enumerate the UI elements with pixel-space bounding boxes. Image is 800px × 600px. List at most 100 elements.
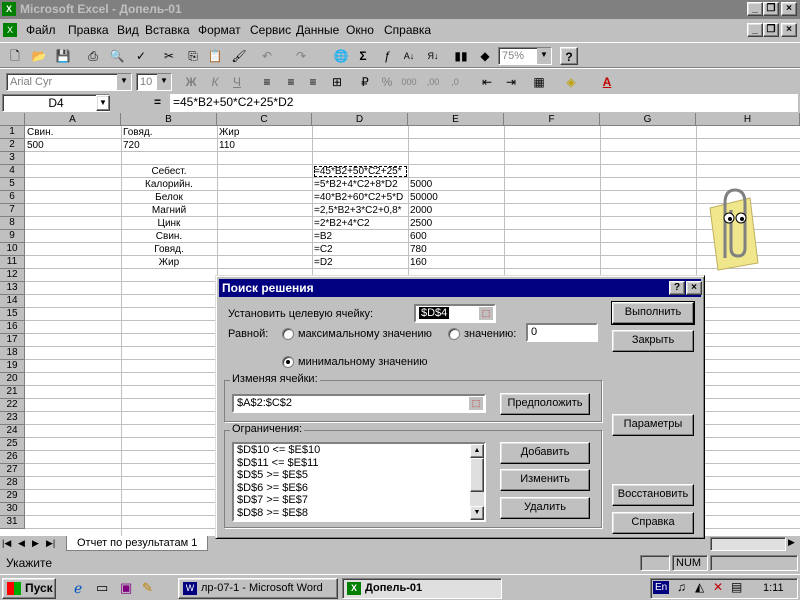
row-header[interactable]: 29 [0, 490, 25, 503]
constraint-item[interactable]: $D$7 >= $E$7 [234, 494, 484, 507]
add-button[interactable]: Добавить [500, 442, 590, 464]
menu-help[interactable]: Справка [384, 23, 431, 37]
row-header[interactable]: 30 [0, 503, 25, 516]
limit-cell[interactable]: 5000 [410, 178, 504, 191]
guess-button[interactable]: Предположить [500, 393, 590, 415]
window-title-bar[interactable]: X Microsoft Excel - Допель-01 _ ❐ × [0, 0, 800, 19]
cell-a1[interactable]: Свин. [27, 126, 53, 139]
limit-cell[interactable]: 160 [410, 256, 504, 269]
radio-max[interactable] [282, 328, 294, 340]
scroll-up-icon[interactable]: ▲ [470, 444, 484, 458]
chart-wizard-icon[interactable]: ▮▮ [452, 47, 470, 65]
row-header[interactable]: 13 [0, 282, 25, 295]
limit-cell[interactable]: 2000 [410, 204, 504, 217]
decrease-decimal-button[interactable]: ,0 [446, 73, 464, 91]
row-header[interactable]: 1 [0, 126, 25, 139]
radio-value-label[interactable]: значению: [464, 328, 516, 340]
formula-cell[interactable]: =5*B2+4*C2+8*D2 [313, 178, 408, 191]
target-cell-input[interactable]: $D$4 ⬚ [414, 304, 496, 323]
row-header[interactable]: 5 [0, 178, 25, 191]
close-dialog-button[interactable]: Закрыть [612, 330, 694, 352]
tray-icon-4[interactable]: ▤ [731, 580, 742, 594]
label-cell[interactable]: Белок [121, 191, 217, 204]
row-header[interactable]: 28 [0, 477, 25, 490]
radio-value[interactable] [448, 328, 460, 340]
menu-format[interactable]: Формат [198, 23, 241, 37]
row-header[interactable]: 14 [0, 295, 25, 308]
reset-all-button[interactable]: Восстановить [612, 484, 694, 506]
formula-cell[interactable]: =C2 [313, 243, 408, 256]
close-button[interactable]: × [781, 2, 797, 16]
row-header[interactable]: 7 [0, 204, 25, 217]
workbook-icon[interactable]: X [3, 23, 17, 37]
font-select[interactable]: Arial Cyr ▼ [6, 73, 132, 91]
doc-close-button[interactable]: × [781, 23, 797, 37]
sort-asc-icon[interactable]: A↓ [400, 47, 418, 65]
constraint-item[interactable]: $D$5 >= $E$5 [234, 469, 484, 482]
fill-color-icon[interactable]: ◈ [562, 73, 580, 91]
copy-icon[interactable]: ⎘ [184, 47, 202, 65]
row-header[interactable]: 25 [0, 438, 25, 451]
options-button[interactable]: Параметры [612, 414, 694, 436]
thousands-button[interactable]: 000 [400, 73, 418, 91]
row-header[interactable]: 11 [0, 256, 25, 269]
cell-b1[interactable]: Говяд. [123, 126, 153, 139]
change-button[interactable]: Изменить [500, 469, 590, 491]
tab-prev-icon[interactable]: ◀ [18, 538, 25, 549]
map-icon[interactable]: ◆ [476, 47, 494, 65]
label-cell[interactable]: Свин. [121, 230, 217, 243]
select-all-corner[interactable] [0, 113, 25, 126]
row-header[interactable]: 3 [0, 152, 25, 165]
limit-cell[interactable] [410, 165, 504, 178]
constraints-list[interactable]: $D$10 <= $E$10 $D$11 <= $E$11 $D$5 >= $E$5… [232, 442, 486, 522]
formula-cell[interactable]: =2*B2+4*C2 [313, 217, 408, 230]
label-cell[interactable]: Себест. [121, 165, 217, 178]
save-quick-icon[interactable]: ▣ [120, 580, 132, 596]
align-left-icon[interactable]: ≡ [258, 73, 276, 91]
dialog-help-icon[interactable]: ? [669, 281, 685, 295]
menu-tools[interactable]: Сервис [250, 23, 291, 37]
formula-cell[interactable]: =2,5*B2+3*C2+0,8* [313, 204, 408, 217]
desktop-icon[interactable]: ▭ [96, 580, 108, 596]
font-size-select[interactable]: 10 ▼ [136, 73, 172, 91]
value-of-input[interactable]: 0 [526, 323, 598, 342]
limit-cell[interactable]: 600 [410, 230, 504, 243]
menu-insert[interactable]: Вставка [145, 23, 190, 37]
tool-quick-icon[interactable]: ✎ [142, 580, 153, 596]
menu-window[interactable]: Окно [346, 23, 374, 37]
paste-icon[interactable]: 📋 [206, 47, 224, 65]
decrease-indent-icon[interactable]: ⇤ [478, 73, 496, 91]
horizontal-scrollbar[interactable] [710, 537, 786, 551]
undo-icon[interactable]: ↶ [258, 47, 276, 65]
constraint-item[interactable]: $D$8 >= $E$8 [234, 507, 484, 520]
column-header-b[interactable]: B [121, 113, 217, 126]
increase-decimal-button[interactable]: ,00 [424, 73, 442, 91]
scroll-down-icon[interactable]: ▼ [470, 506, 484, 520]
changing-cells-input[interactable]: $A$2:$C$2 ⬚ [232, 394, 486, 413]
doc-restore-button[interactable]: ❐ [763, 23, 779, 37]
underline-button[interactable]: Ч [228, 73, 246, 91]
office-assistant-icon[interactable] [700, 178, 760, 273]
align-center-icon[interactable]: ≡ [282, 73, 300, 91]
tray-icon-3[interactable]: ✕ [713, 580, 723, 594]
radio-min-label[interactable]: минимальному значению [298, 356, 428, 368]
redo-icon[interactable]: ↷ [292, 47, 310, 65]
tray-icon-2[interactable]: ◭ [695, 580, 704, 594]
bold-button[interactable]: Ж [182, 73, 200, 91]
zoom-select[interactable]: 75% ▼ [498, 47, 552, 65]
tray-icon-1[interactable]: ♫ [677, 580, 686, 594]
column-header-f[interactable]: F [504, 113, 600, 126]
row-header[interactable]: 23 [0, 412, 25, 425]
borders-icon[interactable]: ▦ [530, 73, 548, 91]
formula-cell[interactable]: =D2 [313, 256, 408, 269]
row-header[interactable]: 15 [0, 308, 25, 321]
column-header-e[interactable]: E [408, 113, 504, 126]
constraints-scrollbar[interactable]: ▲ ▼ [470, 444, 484, 520]
label-cell[interactable]: Жир [121, 256, 217, 269]
solve-button[interactable]: Выполнить [611, 301, 695, 325]
format-painter-icon[interactable]: 🖌 [230, 47, 248, 65]
save-icon[interactable]: 💾 [54, 47, 72, 65]
scroll-right-icon[interactable]: ▶ [788, 537, 795, 548]
language-indicator[interactable]: En [653, 581, 670, 594]
row-header[interactable]: 2 [0, 139, 25, 152]
